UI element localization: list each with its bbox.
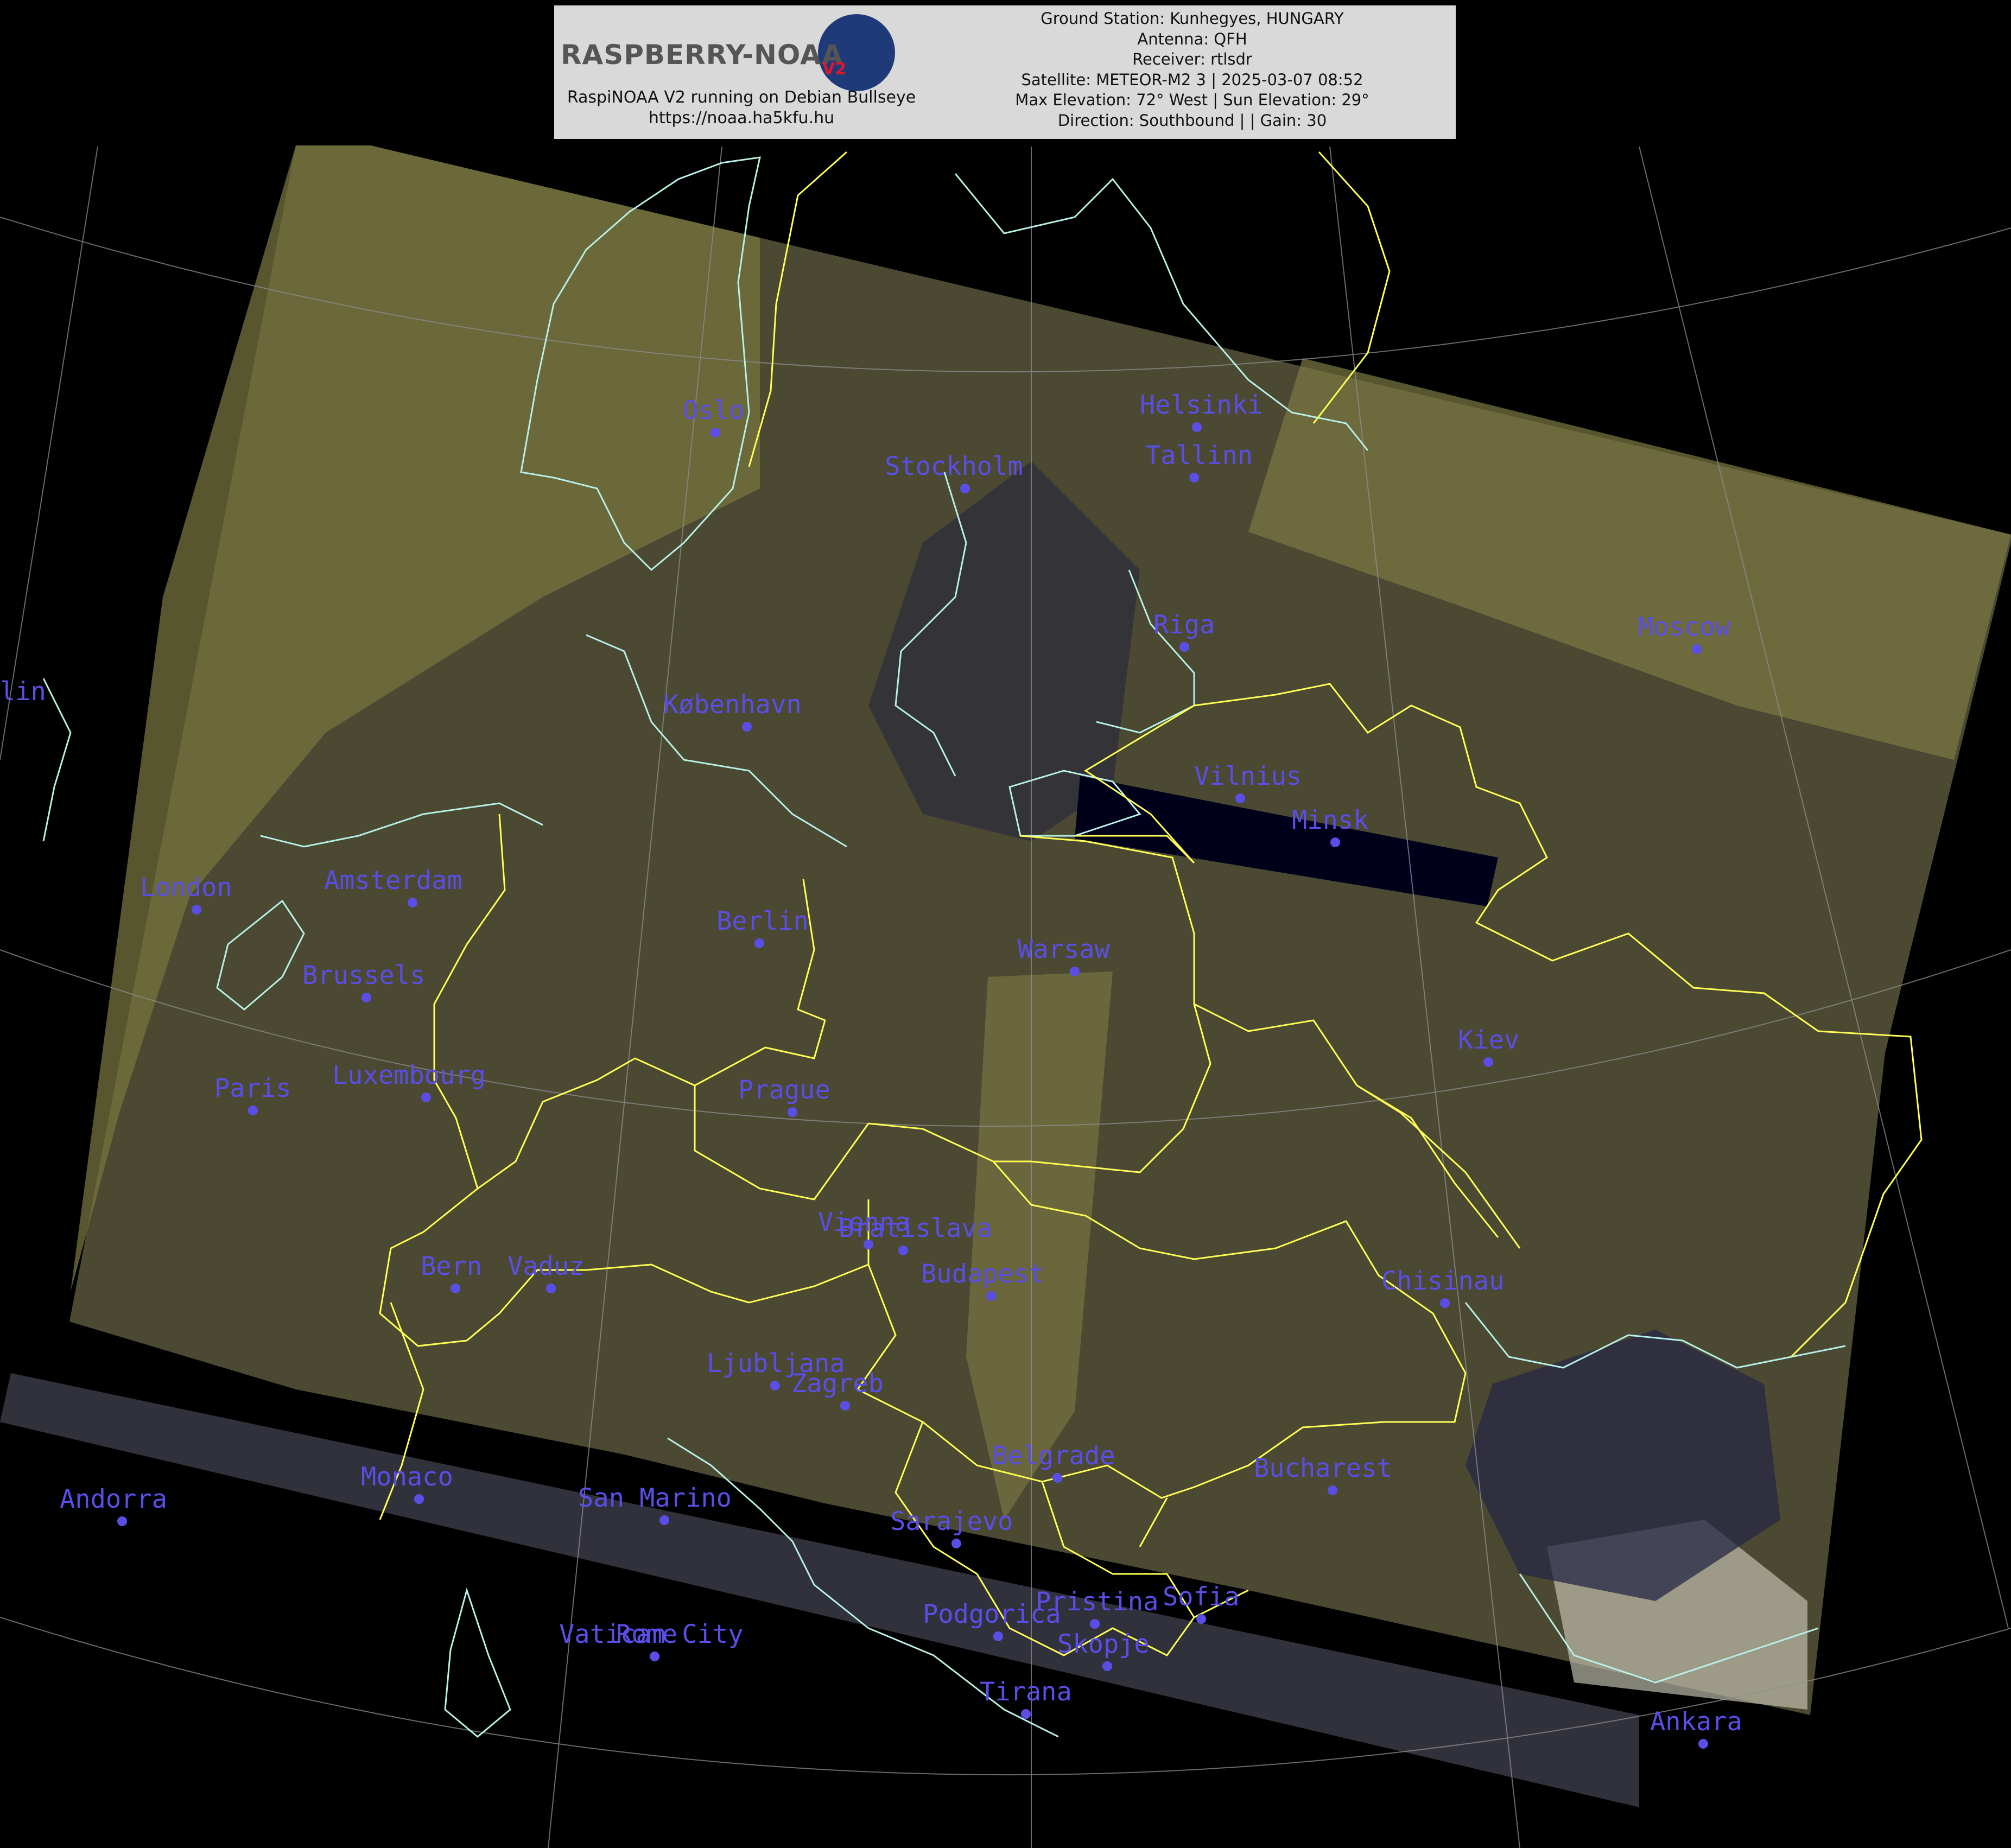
logo-url: https://noaa.ha5kfu.hu [648, 109, 835, 128]
city-dot-budapest [986, 1291, 996, 1301]
city-dot-pristina [1090, 1619, 1100, 1629]
city-label-amsterdam: Amsterdam [324, 866, 462, 896]
city-label-minsk: Minsk [1292, 805, 1368, 835]
city-label-warsaw: Warsaw [1018, 935, 1110, 964]
city-dot-monaco [414, 1494, 424, 1504]
city-label-dublin: Dublin [0, 677, 46, 707]
city-label-vaduz: Vaduz [507, 1252, 584, 1281]
city-label-zagreb: Zagreb [791, 1369, 884, 1399]
city-label-berlin: Berlin [716, 906, 809, 936]
logo-area: RASPBERRY-NOAA V2 RaspiNOAA V2 running o… [554, 5, 929, 139]
city-dot-prague [788, 1107, 797, 1117]
city-label-sarajevo: Sarajevo [890, 1507, 1013, 1536]
city-dot-stockholm [960, 484, 970, 493]
city-dot-oslo [710, 428, 720, 437]
city-label-rome: Rome [616, 1620, 677, 1649]
city-label-helsinki: Helsinki [1140, 390, 1263, 420]
city-dot-bratislava [898, 1246, 908, 1255]
city-dot-brussels [361, 993, 371, 1002]
city-label-sofia: Sofia [1163, 1582, 1239, 1612]
info-direction: Direction: Southbound | | Gain: 30 [1057, 111, 1327, 130]
city-dot-warsaw [1070, 967, 1080, 976]
city-dot-sarajevo [951, 1539, 961, 1548]
city-label-riga: Riga [1153, 610, 1215, 640]
city-dot-skopje [1102, 1661, 1112, 1671]
city-dot-zagreb [840, 1401, 850, 1411]
logo-text: RASPBERRY-NOAA [561, 39, 843, 71]
city-dot-luxembourg [421, 1093, 431, 1102]
city-dot-tallinn [1189, 473, 1199, 482]
city-label-vilnius: Vilnius [1194, 761, 1302, 791]
city-dot-moscow [1692, 644, 1702, 654]
header-panel: RASPBERRY-NOAA V2 RaspiNOAA V2 running o… [554, 5, 1456, 139]
city-label-pristina: Pristina [1036, 1587, 1158, 1617]
city-label-belgrade: Belgrade [992, 1441, 1115, 1471]
city-label-stockholm: Stockholm [885, 452, 1023, 481]
city-label-bern: Bern [421, 1252, 482, 1281]
info-receiver: Receiver: rtlsdr [1132, 50, 1252, 68]
logo-version: V2 [822, 60, 847, 79]
city-dot-riga [1179, 642, 1189, 652]
info-ground-station: Ground Station: Kunhegyes, HUNGARY [1041, 9, 1344, 28]
city-label-kiev: Kiev [1458, 1025, 1519, 1055]
city-dot-bern [451, 1284, 460, 1293]
city-label-san-marino: San Marino [578, 1483, 732, 1513]
city-dot-paris [248, 1106, 258, 1115]
city-dot-amsterdam [408, 898, 417, 907]
city-dot-vilnius [1235, 793, 1245, 803]
info-elevation: Max Elevation: 72° West | Sun Elevation:… [1015, 91, 1369, 109]
satellite-map: Oslo Stockholm Helsinki Tallinn Riga Moscow Kø… [0, 145, 2011, 1848]
pass-info: Ground Station: Kunhegyes, HUNGARY Anten… [929, 9, 1456, 131]
city-dot-helsinki [1192, 422, 1202, 432]
city-label-prague: Prague [738, 1075, 830, 1105]
city-label-monaco: Monaco [361, 1462, 453, 1492]
city-label-chisinau: Chisinau [1381, 1266, 1504, 1296]
city-label-london: London [140, 873, 232, 903]
city-dot-ljubljana [770, 1381, 780, 1390]
city-label-bucharest: Bucharest [1254, 1453, 1392, 1483]
city-dot-minsk [1330, 837, 1340, 847]
city-dot-sofia [1196, 1614, 1206, 1624]
info-antenna: Antenna: QFH [1137, 29, 1247, 48]
city-dot-podgorica [993, 1631, 1003, 1641]
city-label-k-benhavn: København [663, 690, 802, 720]
city-label-moscow: Moscow [1638, 612, 1730, 642]
city-label-oslo: Oslo [683, 396, 744, 426]
city-dot-andorra [117, 1516, 127, 1526]
city-dot-belgrade [1052, 1473, 1062, 1483]
city-label-paris: Paris [214, 1074, 291, 1103]
city-label-ankara: Ankara [1650, 1707, 1742, 1737]
city-label-tallinn: Tallinn [1145, 441, 1253, 471]
city-label-bratislava: Bratislava [839, 1214, 992, 1243]
city-dot-bucharest [1328, 1485, 1337, 1495]
city-dot-kiev [1483, 1057, 1493, 1067]
city-dot-tirana [1021, 1709, 1031, 1719]
info-satellite: Satellite: METEOR-M2 3 | 2025-03-07 08:5… [1021, 70, 1363, 89]
city-dot-k-benhavn [742, 722, 752, 732]
city-dot-london [192, 905, 201, 915]
city-dot-vaduz [546, 1284, 556, 1293]
city-label-tirana: Tirana [980, 1677, 1072, 1707]
city-label-brussels: Brussels [302, 961, 425, 990]
logo-subtitle: RaspiNOAA V2 running on Debian Bullseye [567, 88, 916, 107]
city-label-skopje: Skopje [1057, 1629, 1150, 1659]
city-dot-san-marino [659, 1515, 669, 1525]
city-label-luxembourg: Luxembourg [332, 1060, 486, 1090]
city-dot-ankara [1698, 1739, 1708, 1749]
city-dot-rome [650, 1652, 659, 1661]
city-dot-chisinau [1440, 1298, 1450, 1308]
city-dot-berlin [754, 938, 764, 948]
city-label-andorra: Andorra [60, 1484, 167, 1514]
city-label-budapest: Budapest [921, 1259, 1044, 1289]
